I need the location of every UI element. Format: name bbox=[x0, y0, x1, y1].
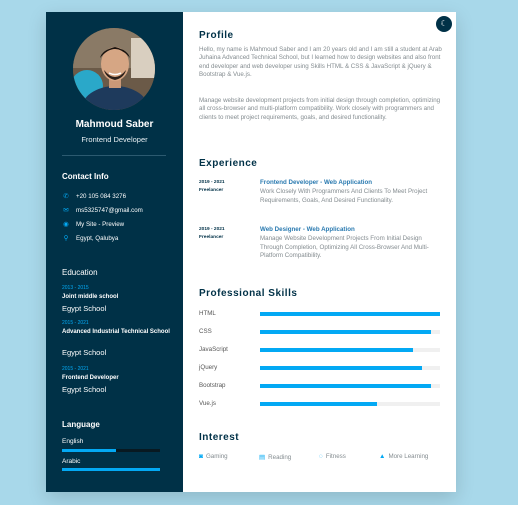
education-degree: Joint middle school bbox=[62, 294, 119, 300]
resume-card: Mahmoud Saber Frontend Developer Contact… bbox=[46, 12, 456, 492]
skill-bar bbox=[260, 402, 440, 406]
book-icon: ▤ bbox=[259, 454, 266, 461]
interest-item-more-learning: ▲ More Learning bbox=[379, 453, 428, 460]
contact-phone-text: +20 105 084 3276 bbox=[76, 192, 127, 200]
skill-fill bbox=[260, 348, 413, 352]
language-english-bar bbox=[62, 449, 160, 452]
theme-toggle-moon-icon[interactable]: ☾ bbox=[436, 16, 452, 32]
gamepad-icon: ◙ bbox=[199, 453, 203, 460]
skill-name: JavaScript bbox=[199, 346, 228, 353]
experience-year: 2019 - 2021 bbox=[199, 180, 225, 185]
skills-title: Professional Skills bbox=[199, 288, 298, 299]
interest-item-gaming: ◙ Gaming bbox=[199, 453, 228, 460]
skill-bar bbox=[260, 384, 440, 388]
skill-bar bbox=[260, 312, 440, 316]
interest-label: Gaming bbox=[205, 453, 228, 460]
main-content: ☾ Profile Hello, my name is Mahmoud Sabe… bbox=[183, 12, 456, 492]
experience-job-title: Web Designer - Web Application bbox=[260, 226, 355, 233]
avatar bbox=[73, 28, 155, 110]
skill-fill bbox=[260, 402, 377, 406]
contact-location: ⚲ Egypt, Qalubya bbox=[62, 234, 119, 243]
language-title: Language bbox=[62, 420, 100, 429]
language-english-label: English bbox=[62, 438, 84, 445]
education-place: Egypt School bbox=[62, 385, 107, 394]
education-place: Egypt School bbox=[62, 304, 107, 313]
graduation-cap-icon: ▲ bbox=[379, 453, 386, 460]
skill-name: Vue.js bbox=[199, 400, 216, 407]
experience-job-title: Frontend Developer - Web Application bbox=[260, 179, 373, 186]
language-arabic-label: Arabic bbox=[62, 458, 81, 465]
globe-icon: ◉ bbox=[63, 221, 69, 228]
education-year: 2013 - 2015 bbox=[62, 285, 89, 291]
skill-bar bbox=[260, 366, 440, 370]
sidebar-divider bbox=[62, 155, 166, 156]
location-icon: ⚲ bbox=[63, 235, 69, 242]
interest-item-reading: ▤ Reading bbox=[259, 453, 292, 462]
interest-label: Fitness bbox=[325, 453, 346, 460]
skill-fill bbox=[260, 366, 422, 370]
contact-location-text: Egypt, Qalubya bbox=[76, 234, 119, 242]
education-year: 2015 - 2021 bbox=[62, 366, 89, 372]
skill-bar bbox=[260, 330, 440, 334]
profile-title: Profile bbox=[199, 30, 234, 41]
experience-title: Experience bbox=[199, 158, 258, 169]
education-degree: Advanced Industrial Technical School bbox=[62, 329, 170, 335]
phone-icon: ✆ bbox=[63, 193, 69, 200]
interest-label: Reading bbox=[268, 453, 292, 461]
language-arabic-bar bbox=[62, 468, 160, 471]
profile-name: Mahmoud Saber bbox=[75, 119, 154, 130]
skill-name: CSS bbox=[199, 328, 212, 335]
language-english-fill bbox=[62, 449, 116, 452]
skill-fill bbox=[260, 330, 431, 334]
avatar-photo bbox=[73, 28, 155, 110]
contact-title: Contact Info bbox=[62, 172, 109, 181]
contact-email[interactable]: ✉ ms5325747@gmail.com bbox=[62, 206, 143, 215]
profile-role: Frontend Developer bbox=[81, 135, 148, 144]
education-title: Education bbox=[62, 268, 98, 277]
education-degree: Frontend Developer bbox=[62, 375, 119, 381]
fitness-icon: ◌ bbox=[319, 453, 323, 460]
skill-name: jQuery bbox=[199, 364, 218, 371]
contact-email-text: ms5325747@gmail.com bbox=[76, 206, 143, 214]
contact-website[interactable]: ◉ My Site - Preview bbox=[62, 220, 125, 229]
skill-bar bbox=[260, 348, 440, 352]
contact-website-text: My Site - Preview bbox=[76, 220, 125, 228]
experience-description: Work Closely With Programmers And Client… bbox=[260, 188, 428, 204]
sidebar: Mahmoud Saber Frontend Developer Contact… bbox=[46, 12, 183, 492]
education-place: Egypt School bbox=[62, 348, 107, 357]
education-year: 2015 - 2021 bbox=[62, 320, 89, 326]
profile-paragraph: Hello, my name is Mahmoud Saber and I am… bbox=[199, 46, 442, 78]
experience-year: 2019 - 2021 bbox=[199, 227, 225, 232]
interest-label: More Learning bbox=[388, 453, 429, 460]
email-icon: ✉ bbox=[63, 207, 69, 214]
profile-paragraph-2: Manage website development projects from… bbox=[199, 97, 441, 121]
experience-description: Manage Website Development Projects From… bbox=[260, 235, 429, 260]
experience-company: Freelancer bbox=[199, 235, 224, 240]
skill-fill bbox=[260, 384, 431, 388]
skill-name: HTML bbox=[199, 310, 216, 317]
interest-item-fitness: ◌ Fitness bbox=[319, 453, 346, 460]
language-arabic-fill bbox=[62, 468, 160, 471]
experience-company: Freelancer bbox=[199, 188, 224, 193]
interest-title: Interest bbox=[199, 432, 240, 443]
skill-fill bbox=[260, 312, 440, 316]
contact-phone[interactable]: ✆ +20 105 084 3276 bbox=[62, 192, 127, 201]
skill-name: Bootstrap bbox=[199, 382, 226, 389]
